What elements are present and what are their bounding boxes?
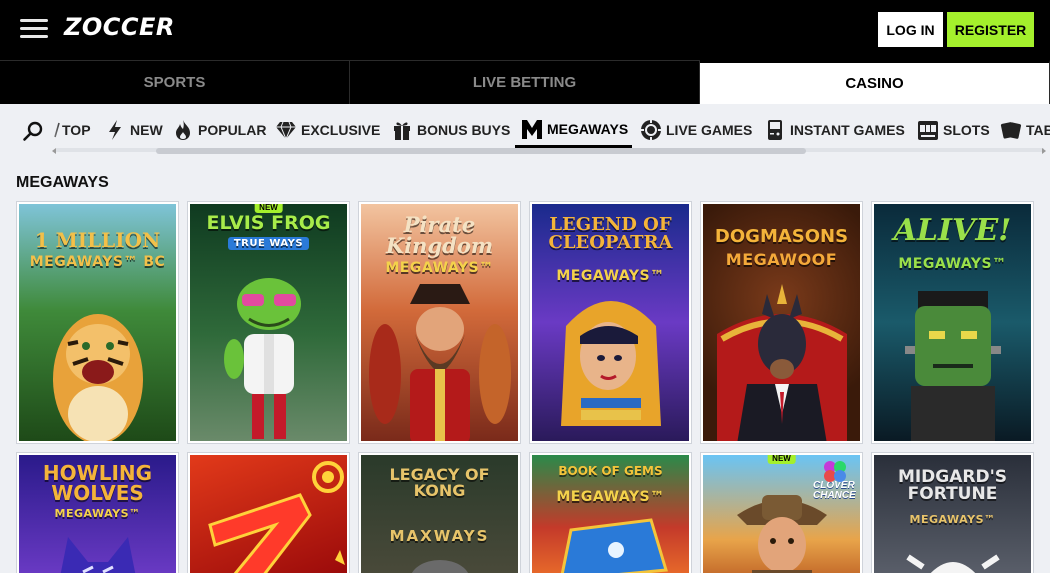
- category-tab[interactable]: TAB: [1000, 112, 1050, 148]
- category-new[interactable]: NEW: [104, 112, 163, 148]
- main-tabs: SPORTS LIVE BETTING CASINO: [0, 60, 1050, 104]
- new-badge: NEW: [767, 455, 796, 464]
- login-button[interactable]: LOG IN: [878, 12, 943, 47]
- game-subtitle: MEGAWAYS™: [556, 268, 665, 284]
- category-slots[interactable]: SLOTS: [917, 112, 990, 148]
- game-tile-midgards-fortune[interactable]: MIDGARD'S FORTUNE MEGAWAYS™: [872, 453, 1033, 573]
- adventurer-artwork: [736, 495, 827, 573]
- seven-artwork: [208, 461, 345, 573]
- game-tile-legend-of-cleopatra[interactable]: LEGEND OF CLEOPATRA MEGAWAYS™: [530, 202, 691, 443]
- game-title: LEGACY OF KONG: [389, 465, 490, 500]
- game-title: HOWLING WOLVES: [42, 461, 153, 505]
- category-instant-games[interactable]: INSTANT GAMES: [764, 112, 905, 148]
- scroll-right-arrow-icon[interactable]: [1042, 148, 1046, 154]
- scroll-left-arrow-icon[interactable]: [52, 148, 56, 154]
- search-icon[interactable]: [22, 120, 44, 142]
- brand-logo[interactable]: ZOCCER: [64, 13, 175, 41]
- game-tile-pirate-kingdom[interactable]: Pirate Kingdom MEGAWAYS™: [359, 202, 520, 443]
- slot-machine-icon: [917, 119, 939, 141]
- category-popular[interactable]: POPULAR: [172, 112, 266, 148]
- game-title: ALIVE!: [893, 213, 1012, 248]
- diamond-icon: [275, 119, 297, 141]
- viking-artwork: [905, 554, 1000, 573]
- game-title: Pirate Kingdom: [385, 212, 494, 258]
- game-tile-hot-seven[interactable]: [188, 453, 349, 573]
- game-subtitle: TRUE WAYS: [190, 237, 347, 250]
- game-tile-alive-megaways[interactable]: ALIVE! MEGAWAYS™: [872, 202, 1033, 443]
- register-button[interactable]: REGISTER: [947, 12, 1034, 47]
- game-title: LEGEND OF CLEOPATRA: [548, 214, 673, 253]
- category-scrollbar-thumb[interactable]: [156, 148, 806, 154]
- megaways-icon: [521, 118, 543, 140]
- game-subtitle: MEGAWAYS™ BC: [29, 254, 166, 270]
- cards-icon: [1000, 119, 1022, 141]
- gift-icon: [391, 119, 413, 141]
- category-megaways[interactable]: MEGAWAYS: [515, 112, 633, 148]
- game-subtitle: MEGAWOOF: [725, 250, 838, 269]
- kong-artwork: [411, 560, 468, 573]
- game-title: DOGMASONS: [714, 226, 849, 247]
- top-header: ZOCCER LOG IN REGISTER: [0, 0, 1050, 60]
- game-subtitle: MEGAWAYS™: [54, 507, 141, 520]
- game-subtitle: MAXWAYS: [389, 527, 490, 545]
- category-bonus-buys[interactable]: BONUS BUYS: [391, 112, 510, 148]
- game-tile-elvis-frog[interactable]: NEW ELVIS FROG TRUE WAYS: [188, 202, 349, 443]
- frog-artwork: [223, 278, 301, 439]
- frankenstein-artwork: [904, 291, 1001, 441]
- hamburger-menu-icon[interactable]: [20, 19, 48, 41]
- pirate-artwork: [368, 284, 511, 441]
- section-title: MEGAWAYS: [16, 174, 109, 191]
- game-tile-dogmasons[interactable]: DOGMASONS MEGAWOOF: [701, 202, 862, 443]
- game-subtitle: MEGAWAYS™: [385, 260, 494, 276]
- tab-sports[interactable]: SPORTS: [0, 60, 350, 104]
- category-live-games[interactable]: LIVE GAMES: [640, 112, 752, 148]
- game-title: 1 MILLION: [34, 228, 161, 252]
- tab-live-betting[interactable]: LIVE BETTING: [350, 60, 700, 104]
- flame-icon: [172, 119, 194, 141]
- gameboy-icon: [764, 119, 786, 141]
- tiger-artwork: [52, 314, 143, 441]
- game-tile-book-of-gems[interactable]: BOOK OF GEMS MEGAWAYS™: [530, 453, 691, 573]
- game-tile-howling-wolves[interactable]: HOWLING WOLVES MEGAWAYS™: [17, 453, 178, 573]
- game-title: BOOK OF GEMS: [558, 464, 663, 478]
- scroll-fade: [44, 104, 62, 150]
- lightning-icon: [104, 119, 126, 141]
- doberman-artwork: [716, 284, 847, 441]
- game-subtitle: MEGAWAYS™: [898, 256, 1007, 272]
- game-subtitle: MEGAWAYS™: [556, 489, 665, 505]
- game-tile-1-million-megaways[interactable]: 1 MILLION MEGAWAYS™ BC: [17, 202, 178, 443]
- book-artwork: [560, 518, 668, 573]
- game-tile-legacy-of-kong[interactable]: LEGACY OF KONG MAXWAYS: [359, 453, 520, 573]
- category-nav: TOP NEW POPULAR EXCLUSIVE BONUS BUYS MEG…: [0, 104, 1050, 152]
- game-tile-clover-chance[interactable]: NEW CLOVER CHANCE: [701, 453, 862, 573]
- game-subtitle: MEGAWAYS™: [909, 513, 996, 526]
- chip-icon: [640, 119, 662, 141]
- tab-casino[interactable]: CASINO: [700, 60, 1050, 104]
- category-exclusive[interactable]: EXCLUSIVE: [275, 112, 380, 148]
- cleopatra-artwork: [560, 301, 661, 426]
- wolf-artwork: [60, 537, 135, 573]
- game-title: MIDGARD'S FORTUNE: [897, 467, 1008, 504]
- game-title: ELVIS FROG: [206, 212, 331, 234]
